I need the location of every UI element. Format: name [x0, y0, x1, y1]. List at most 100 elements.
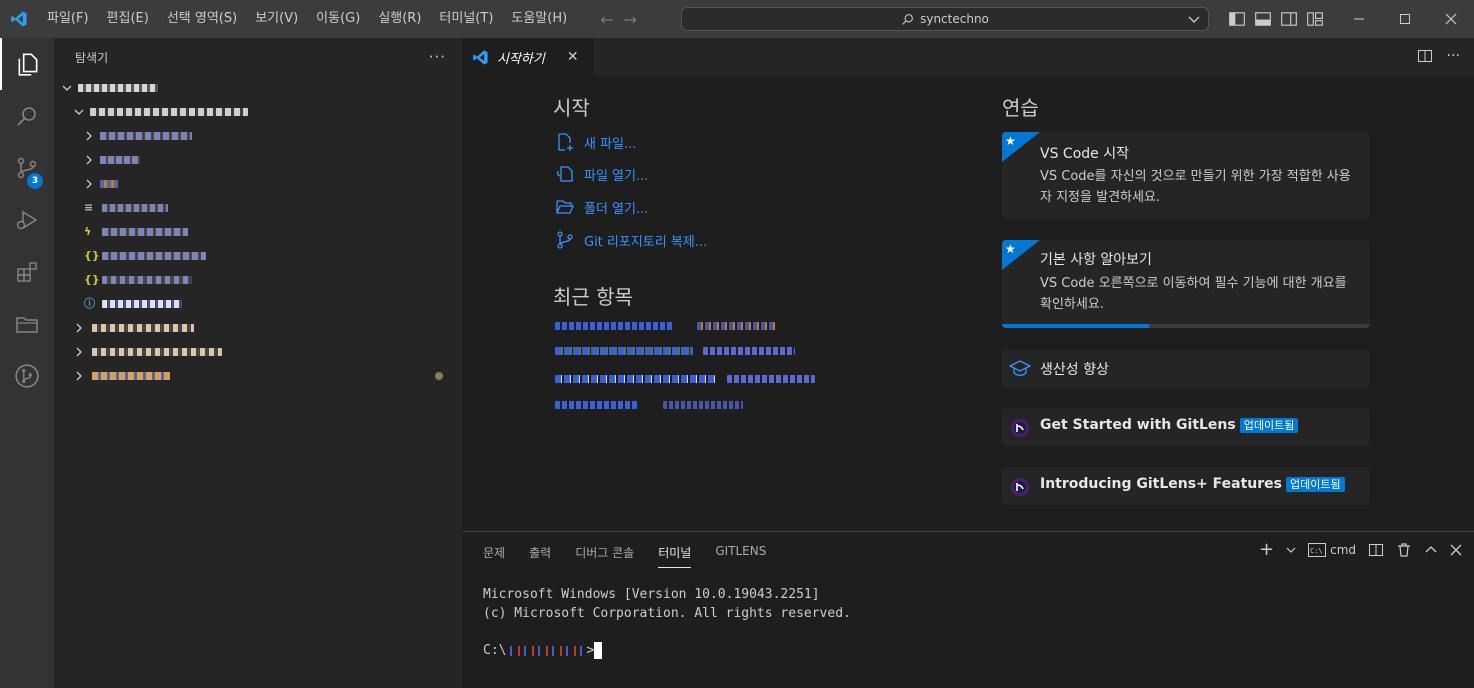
run-debug-tab[interactable]	[0, 194, 54, 246]
redacted-path	[663, 401, 743, 409]
tree-file[interactable]: {}	[54, 268, 462, 292]
tree-file[interactable]: ϟ	[54, 220, 462, 244]
menu-help[interactable]: 도움말(H)	[502, 0, 576, 38]
tree-root-folder[interactable]	[54, 76, 462, 100]
redacted-name	[555, 322, 673, 330]
welcome-page: 시작 새 파일... 파일 열기... 폴더 열기... Git 리포지토리 복…	[462, 76, 1474, 531]
minimize-button[interactable]	[1336, 0, 1382, 38]
walkthrough-card-gitlens-plus[interactable]: Introducing GitLens+ Features 업데이트됨	[1002, 467, 1370, 505]
chevron-up-icon[interactable]	[1424, 543, 1438, 557]
chevron-down-icon[interactable]	[1286, 545, 1296, 555]
more-actions-icon[interactable]: ···	[1447, 48, 1460, 64]
maximize-button[interactable]	[1382, 0, 1428, 38]
trash-icon[interactable]	[1396, 542, 1412, 558]
tree-folder[interactable]	[54, 148, 462, 172]
close-icon[interactable]	[1450, 544, 1462, 556]
new-file-link[interactable]: 새 파일...	[555, 132, 636, 152]
recent-item[interactable]	[555, 321, 777, 331]
menu-terminal[interactable]: 터미널(T)	[430, 0, 502, 38]
source-control-tab[interactable]: 3	[0, 142, 54, 194]
split-terminal-icon[interactable]	[1368, 542, 1384, 558]
open-folder-link[interactable]: 폴더 열기...	[555, 197, 648, 217]
files-icon	[18, 53, 38, 76]
walkthrough-card-fundamentals[interactable]: ★ 기본 사항 알아보기 VS Code 오른쪽으로 이동하여 필수 기능에 대…	[1002, 240, 1370, 328]
tab-close-icon[interactable]: ✕	[567, 49, 579, 65]
redacted-name	[92, 324, 194, 332]
explorer-tab[interactable]	[0, 38, 54, 90]
redacted-name	[555, 375, 715, 383]
tree-folder[interactable]	[54, 172, 462, 196]
vscode-logo-icon	[473, 49, 488, 65]
command-center-search[interactable]: synctechno	[681, 7, 1209, 31]
updated-badge: 업데이트됨	[1239, 418, 1299, 433]
editor-actions: ···	[1417, 48, 1460, 64]
split-editor-icon[interactable]	[1417, 48, 1433, 64]
toggle-panel-icon[interactable]	[1254, 10, 1272, 28]
window-controls	[1336, 0, 1474, 38]
walkthrough-card-productivity[interactable]: 생산성 향상	[1002, 350, 1370, 388]
menu-file[interactable]: 파일(F)	[38, 0, 98, 38]
shell-name: cmd	[1330, 543, 1356, 557]
tree-folder[interactable]	[54, 364, 462, 388]
menu-run[interactable]: 실행(R)	[369, 0, 430, 38]
menu-go[interactable]: 이동(G)	[307, 0, 369, 38]
recent-item[interactable]	[555, 400, 743, 410]
more-actions-icon[interactable]: ···	[429, 48, 446, 66]
terminal-shell-selector[interactable]: C:\ cmd	[1308, 543, 1356, 557]
info-file-icon: ⓘ	[84, 297, 95, 310]
chevron-down-icon[interactable]	[1186, 11, 1202, 27]
redacted-name	[102, 252, 206, 260]
tree-folder[interactable]	[54, 340, 462, 364]
git-branch-icon	[557, 231, 573, 249]
forward-arrow-icon[interactable]: →	[624, 10, 637, 29]
lightning-file-icon: ϟ	[84, 225, 92, 238]
recent-item[interactable]	[555, 346, 795, 356]
source-control-badge: 3	[27, 173, 43, 189]
gitlens-tab[interactable]	[0, 350, 54, 402]
clone-repo-link[interactable]: Git 리포지토리 복제...	[555, 230, 707, 250]
remote-explorer-tab[interactable]	[0, 298, 54, 350]
toggle-secondary-sidebar-icon[interactable]	[1280, 10, 1298, 28]
tab-output[interactable]: 출력	[529, 544, 551, 568]
open-folder-label: 폴더 열기...	[584, 201, 649, 217]
redacted-name	[102, 228, 188, 236]
gitlens-icon	[15, 364, 39, 388]
back-arrow-icon[interactable]: ←	[600, 10, 613, 29]
card-title-text: Introducing GitLens+ Features	[1040, 476, 1282, 492]
tree-folder[interactable]	[54, 124, 462, 148]
toggle-primary-sidebar-icon[interactable]	[1228, 10, 1246, 28]
tree-file[interactable]: {}	[54, 244, 462, 268]
tree-folder[interactable]	[54, 100, 462, 124]
search-tab[interactable]	[0, 90, 54, 142]
extensions-tab[interactable]	[0, 246, 54, 298]
editor-tab-bar: 시작하기 ✕ ···	[462, 38, 1474, 76]
walkthrough-card-vscode[interactable]: ★ VS Code 시작 VS Code를 자신의 것으로 만들기 위한 가장 …	[1002, 132, 1370, 219]
new-terminal-icon[interactable]: +	[1259, 541, 1274, 559]
file-icon: ≡	[84, 201, 94, 214]
menu-view[interactable]: 보기(V)	[246, 0, 307, 38]
walkthrough-card-gitlens[interactable]: Get Started with GitLens 업데이트됨	[1002, 408, 1370, 446]
open-file-link[interactable]: 파일 열기...	[555, 164, 648, 184]
tree-folder[interactable]	[54, 316, 462, 340]
menu-edit[interactable]: 편집(E)	[98, 0, 158, 38]
terminal-prompt[interactable]: C:\ >	[483, 642, 603, 659]
folder-icon	[16, 317, 38, 333]
card-title: Introducing GitLens+ Features 업데이트됨	[1040, 476, 1345, 492]
customize-layout-icon[interactable]	[1306, 10, 1324, 28]
card-description: VS Code를 자신의 것으로 만들기 위한 가장 적합한 사용자 지정을 발…	[1040, 169, 1351, 205]
close-button[interactable]	[1428, 0, 1474, 38]
recent-item[interactable]	[555, 374, 815, 384]
redacted-path	[506, 645, 587, 656]
tab-gitlens[interactable]: GITLENS	[715, 544, 766, 568]
card-description: VS Code 오른쪽으로 이동하여 필수 기능에 대한 개요를 확인하세요.	[1040, 276, 1347, 312]
tree-file[interactable]: ≡	[54, 196, 462, 220]
tab-debug-console[interactable]: 디버그 콘솔	[575, 544, 634, 568]
tab-problems[interactable]: 문제	[483, 544, 505, 568]
menu-selection[interactable]: 선택 영역(S)	[158, 0, 246, 38]
tab-welcome[interactable]: 시작하기 ✕	[462, 38, 594, 76]
star-icon: ★	[1005, 134, 1016, 148]
tree-file[interactable]: ⓘ	[54, 292, 462, 316]
chevron-down-icon	[72, 105, 86, 119]
tab-terminal[interactable]: 터미널	[658, 544, 692, 568]
minimize-icon	[1354, 18, 1364, 20]
